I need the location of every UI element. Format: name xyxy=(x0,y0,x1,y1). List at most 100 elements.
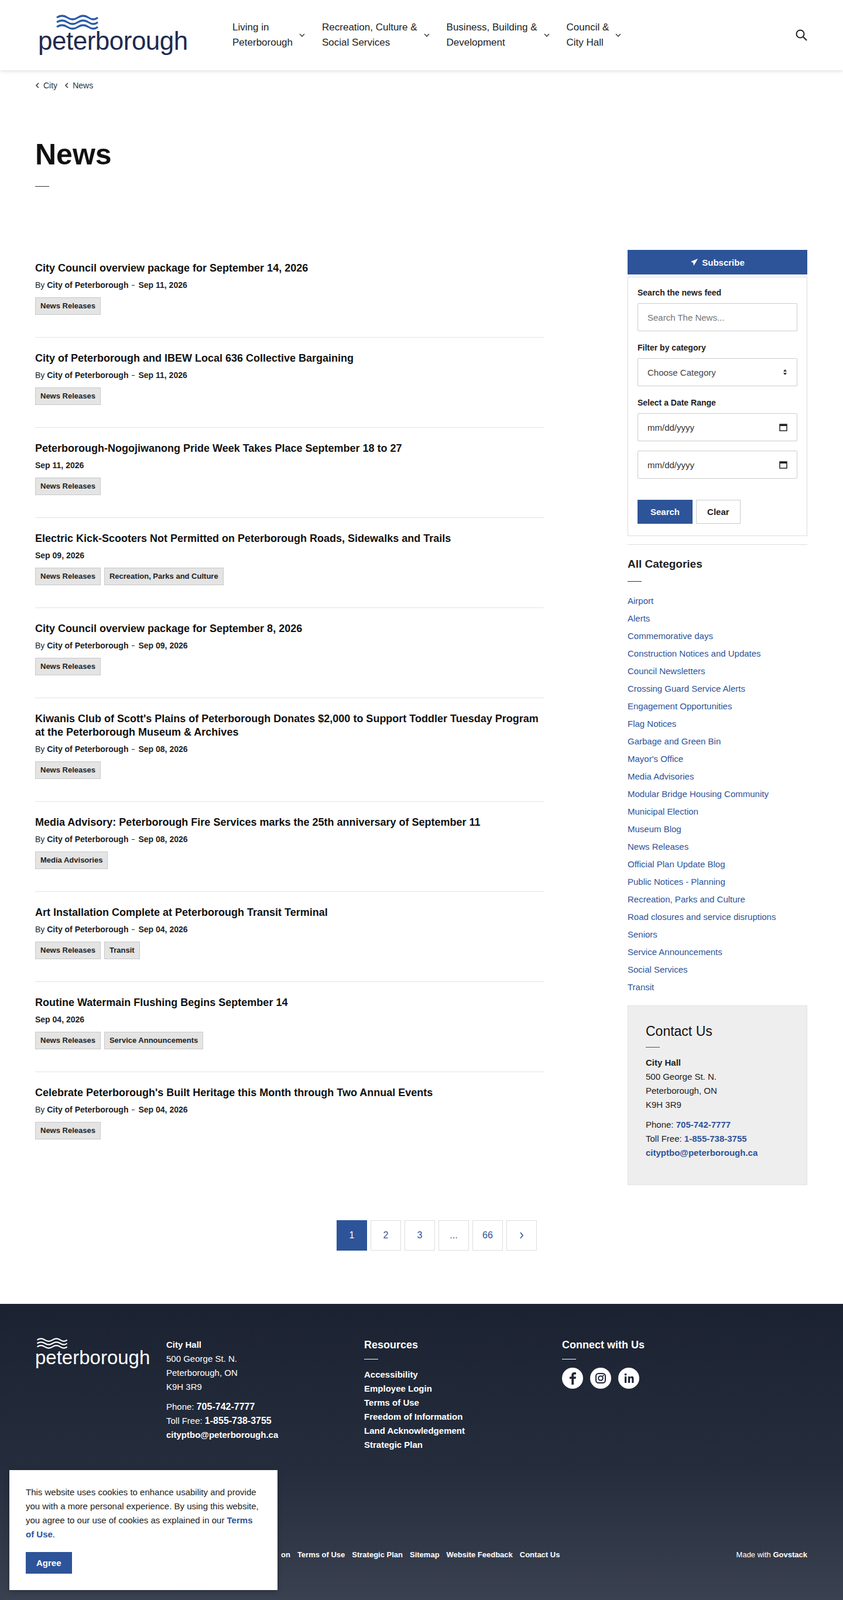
category-link[interactable]: Official Plan Update Blog xyxy=(627,855,808,874)
footer-bottom-link[interactable]: Website Feedback xyxy=(446,1550,513,1560)
tag[interactable]: News Releases xyxy=(35,1032,101,1050)
contact-box: Contact UsCity Hall500 George St. N.Pete… xyxy=(627,1005,808,1186)
page-button[interactable]: ... xyxy=(438,1220,469,1252)
search-label: Search the news feed xyxy=(637,286,798,299)
agree-button[interactable]: Agree xyxy=(25,1552,73,1575)
clear-button[interactable]: Clear xyxy=(696,499,741,524)
category-link[interactable]: Council Newsletters xyxy=(627,662,808,681)
search-input[interactable] xyxy=(637,303,798,332)
tag[interactable]: Transit xyxy=(104,941,140,960)
resource-link[interactable]: Strategic Plan xyxy=(364,1438,562,1453)
logo[interactable]: peterborough xyxy=(38,14,233,56)
tag[interactable]: News Releases xyxy=(35,567,101,586)
resource-link[interactable]: Land Acknowledgement xyxy=(364,1424,562,1439)
nav-item[interactable]: Council &City Hall xyxy=(566,19,623,51)
tag[interactable]: News Releases xyxy=(35,941,101,960)
category-link[interactable]: Public Notices - Planning xyxy=(627,873,808,892)
news-meta: By City of PeterboroughSep 04, 2026 xyxy=(35,924,544,935)
tag[interactable]: News Releases xyxy=(35,477,101,496)
tag[interactable]: News Releases xyxy=(35,1122,101,1140)
news-title[interactable]: Peterborough-Nogojiwanong Pride Week Tak… xyxy=(35,441,544,456)
footer-logo[interactable]: peterborough xyxy=(35,1338,167,1453)
date-to-input[interactable]: mm/dd/yyyy xyxy=(637,450,798,479)
category-link[interactable]: Construction Notices and Updates xyxy=(627,645,808,663)
date-from-input[interactable]: mm/dd/yyyy xyxy=(637,413,798,442)
tollfree-link[interactable]: 1-855-738-3755 xyxy=(684,1133,747,1144)
tag[interactable]: News Releases xyxy=(35,387,101,406)
footer-tollfree: Toll Free: 1-855-738-3755 xyxy=(166,1414,365,1429)
news-meta: By City of PeterboroughSep 09, 2026 xyxy=(35,640,544,651)
news-title[interactable]: City of Peterborough and IBEW Local 636 … xyxy=(35,351,544,366)
linkedin-icon[interactable] xyxy=(618,1368,640,1390)
news-title[interactable]: Media Advisory: Peterborough Fire Servic… xyxy=(35,816,544,830)
resource-link[interactable]: Accessibility xyxy=(364,1368,562,1383)
category-link[interactable]: Museum Blog xyxy=(627,820,808,839)
category-select[interactable]: Choose Category xyxy=(637,358,798,387)
subscribe-button[interactable]: Subscribe xyxy=(627,249,808,275)
page-button[interactable]: 66 xyxy=(472,1220,503,1252)
instagram-icon[interactable] xyxy=(590,1368,612,1390)
footer-email[interactable]: cityptbo@peterborough.ca xyxy=(166,1428,365,1443)
nav-item[interactable]: Recreation, Culture &Social Services xyxy=(321,19,431,51)
tag[interactable]: News Releases xyxy=(35,297,101,315)
footer-bottom-link[interactable]: Strategic Plan xyxy=(351,1550,403,1560)
email-link[interactable]: cityptbo@peterborough.ca xyxy=(645,1146,790,1161)
category-link[interactable]: Road closures and service disruptions xyxy=(627,908,808,927)
news-title[interactable]: Art Installation Complete at Peterboroug… xyxy=(35,906,544,920)
tag[interactable]: News Releases xyxy=(35,658,101,676)
footer-bottom-link[interactable]: Terms of Use xyxy=(297,1550,345,1560)
category-link[interactable]: Alerts xyxy=(627,610,808,628)
cookie-terms-link[interactable]: Terms of Use xyxy=(25,1515,253,1540)
resource-link[interactable]: Terms of Use xyxy=(364,1396,562,1411)
category-link[interactable]: Social Services xyxy=(627,961,808,979)
category-link[interactable]: Flag Notices xyxy=(627,715,808,733)
facebook-icon[interactable] xyxy=(562,1368,584,1390)
nav-label: Recreation, Culture &Social Services xyxy=(321,19,418,51)
news-item: Routine Watermain Flushing Begins Septem… xyxy=(35,982,544,1073)
filter-buttons: SearchClear xyxy=(637,499,798,524)
category-link[interactable]: Commemorative days xyxy=(627,627,808,646)
next-page-button[interactable] xyxy=(506,1220,537,1252)
breadcrumb-item[interactable]: City xyxy=(35,80,58,91)
tag[interactable]: Recreation, Parks and Culture xyxy=(104,567,224,586)
resource-link[interactable]: Freedom of Information xyxy=(364,1410,562,1425)
footer-bottom-link[interactable]: on xyxy=(281,1550,291,1560)
news-title[interactable]: Electric Kick-Scooters Not Permitted on … xyxy=(35,532,544,546)
page-button[interactable]: 2 xyxy=(370,1220,402,1252)
category-link[interactable]: Mayor's Office xyxy=(627,750,808,769)
category-link[interactable]: Engagement Opportunities xyxy=(627,697,808,716)
chevron-down-icon xyxy=(614,31,622,39)
category-link[interactable]: Media Advisories xyxy=(627,768,808,786)
news-title[interactable]: Routine Watermain Flushing Begins Septem… xyxy=(35,996,544,1010)
breadcrumb-item[interactable]: News xyxy=(64,80,94,91)
category-link[interactable]: Recreation, Parks and Culture xyxy=(627,891,808,909)
page-button[interactable]: 3 xyxy=(404,1220,435,1252)
category-link[interactable]: News Releases xyxy=(627,838,808,856)
category-link[interactable]: Transit xyxy=(627,978,808,997)
news-title[interactable]: City Council overview package for Septem… xyxy=(35,622,544,636)
news-title[interactable]: Celebrate Peterborough's Built Heritage … xyxy=(35,1086,544,1100)
search-button[interactable]: Search xyxy=(637,499,693,524)
category-link[interactable]: Municipal Election xyxy=(627,803,808,821)
search-icon[interactable] xyxy=(794,28,808,42)
phone-link[interactable]: 705-742-7777 xyxy=(676,1119,731,1130)
category-list: AirportAlertsCommemorative daysConstruct… xyxy=(627,592,808,997)
tag[interactable]: News Releases xyxy=(35,761,101,780)
tag[interactable]: Service Announcements xyxy=(104,1032,204,1050)
category-link[interactable]: Modular Bridge Housing Community xyxy=(627,785,808,804)
category-link[interactable]: Garbage and Green Bin xyxy=(627,732,808,751)
category-link[interactable]: Airport xyxy=(627,592,808,611)
category-link[interactable]: Crossing Guard Service Alerts xyxy=(627,680,808,698)
category-link[interactable]: Seniors xyxy=(627,926,808,944)
footer-bottom-link[interactable]: Contact Us xyxy=(519,1550,561,1560)
news-title[interactable]: Kiwanis Club of Scott's Plains of Peterb… xyxy=(35,712,544,740)
resource-link[interactable]: Employee Login xyxy=(364,1382,562,1397)
news-title[interactable]: City Council overview package for Septem… xyxy=(35,261,544,276)
category-link[interactable]: Service Announcements xyxy=(627,943,808,962)
tag[interactable]: Media Advisories xyxy=(35,851,108,870)
footer-bottom-link[interactable]: Sitemap xyxy=(409,1550,440,1560)
made-with[interactable]: Made with Govstack xyxy=(736,1550,808,1560)
nav-item[interactable]: Business, Building &Development xyxy=(446,19,551,51)
page-button[interactable]: 1 xyxy=(336,1220,368,1252)
nav-item[interactable]: Living inPeterborough xyxy=(232,19,306,51)
